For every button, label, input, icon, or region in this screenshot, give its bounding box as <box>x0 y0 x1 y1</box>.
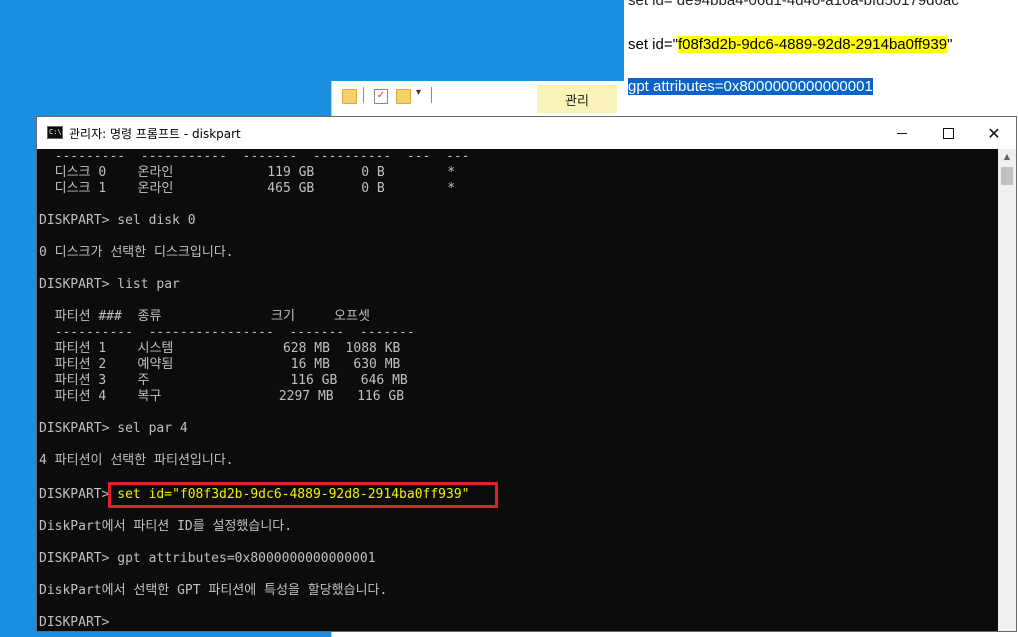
window-title: 관리자: 명령 프롬프트 - diskpart <box>69 127 241 141</box>
doc-selected-text[interactable]: gpt attributes=0x8000000000000001 <box>628 78 873 95</box>
console-line: 파티션 1 시스템 628 MB 1088 KB <box>39 341 401 356</box>
folder-icon[interactable] <box>342 89 357 104</box>
customize-toolbar-arrow-icon[interactable]: ▾ <box>416 87 421 98</box>
console-line: DISKPART> sel disk 0 <box>39 213 196 228</box>
properties-check-icon[interactable]: ✓ <box>374 89 388 104</box>
vertical-scrollbar[interactable]: ▲ <box>998 149 1016 631</box>
ribbon-tab-manage[interactable]: 관리 <box>537 85 617 113</box>
console-line: DISKPART> list par <box>39 277 180 292</box>
console-line: 4 파티션이 선택한 파티션입니다. <box>39 453 234 468</box>
console-line: 파티션 2 예약됨 16 MB 630 MB <box>39 357 401 372</box>
minimize-button[interactable] <box>879 117 925 149</box>
console-line: --------- ----------- ------- ----------… <box>39 149 470 164</box>
cmd-app-icon[interactable]: C:\ <box>47 126 63 139</box>
maximize-button[interactable] <box>925 117 971 149</box>
cmd-titlebar[interactable]: C:\ 관리자: 명령 프롬프트 - diskpart ✕ <box>37 117 1016 149</box>
doc-highlighted-id: f08f3d2b-9dc6-4889-92d8-2914ba0ff939 <box>677 36 948 53</box>
doc-line-set-id-old: set id= de94bba4-06d1-4d40-a16a-bfd50179… <box>628 0 959 9</box>
console-line: 디스크 1 온라인 465 GB 0 B * <box>39 181 456 196</box>
console-line: 디스크 0 온라인 119 GB 0 B * <box>39 165 456 180</box>
console-line: DISKPART> sel par 4 <box>39 421 188 436</box>
doc-line-suffix: " <box>947 36 953 53</box>
console-line: 파티션 3 주 116 GB 646 MB <box>39 373 408 388</box>
doc-line-gpt-attributes[interactable]: gpt attributes=0x8000000000000001 <box>628 78 873 95</box>
close-button[interactable]: ✕ <box>971 117 1016 149</box>
console-prompt: DISKPART> <box>39 487 110 502</box>
console-output[interactable]: --------- ----------- ------- ----------… <box>37 149 998 631</box>
doc-line-prefix: set id=" <box>628 36 678 53</box>
console-line: DiskPart에서 파티션 ID를 설정했습니다. <box>39 519 293 534</box>
console-line: 0 디스크가 선택한 디스크입니다. <box>39 245 234 260</box>
minimize-icon <box>897 132 907 134</box>
console-prompt-line[interactable]: DISKPART> <box>39 615 109 631</box>
console-line: ---------- ---------------- ------- ----… <box>39 325 415 340</box>
scrollbar-thumb[interactable] <box>1001 167 1013 185</box>
console-line: 파티션 4 복구 2297 MB 116 GB <box>39 389 405 404</box>
new-folder-icon[interactable] <box>396 89 411 104</box>
console-line: 파티션 ### 종류 크기 오프셋 <box>39 309 370 324</box>
close-icon: ✕ <box>987 123 1001 143</box>
highlight-box-annotation <box>108 482 498 508</box>
command-prompt-window[interactable]: C:\ 관리자: 명령 프롬프트 - diskpart ✕ --------- … <box>36 116 1017 632</box>
quick-access-toolbar: ✓ ▾ 관리 <box>332 81 625 118</box>
toolbar-separator <box>431 87 432 103</box>
maximize-icon <box>942 127 954 139</box>
scroll-up-arrow-icon[interactable]: ▲ <box>998 149 1016 165</box>
toolbar-separator <box>363 87 364 103</box>
doc-line-set-id-new: set id="f08f3d2b-9dc6-4889-92d8-2914ba0f… <box>628 36 952 53</box>
console-line: DiskPart에서 선택한 GPT 파티션에 특성을 할당했습니다. <box>39 583 388 598</box>
console-line: DISKPART> gpt attributes=0x8000000000000… <box>39 551 376 566</box>
